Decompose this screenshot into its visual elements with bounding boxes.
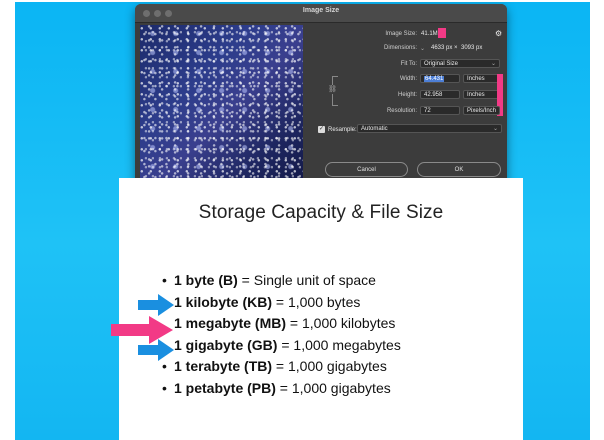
dimensions-label: Dimensions:: [383, 45, 417, 51]
bullet-definition: = 1,000 bytes: [272, 293, 361, 310]
bullet-icon: •: [162, 379, 167, 396]
highlight-marker: [438, 28, 446, 38]
resample-checkbox[interactable]: ✓: [318, 126, 325, 133]
dialog-title: Image Size: [302, 7, 340, 14]
image-preview[interactable]: [140, 25, 303, 180]
list-item: 1 gigabyte (GB) = 1,000 megabytes: [162, 335, 401, 357]
dimensions-height-value: 3093 px: [461, 45, 483, 51]
image-size-label: Image Size:: [385, 31, 417, 37]
settings-gear-icon[interactable]: ⚙: [495, 29, 502, 38]
background-frame: Image Size Image Size: 41.1M ⚙ Dimension…: [15, 2, 590, 440]
list-item: • 1 terabyte (TB) = 1,000 gigabytes: [162, 356, 401, 378]
dimensions-separator: ×: [454, 45, 458, 51]
bullet-definition: = Single unit of space: [237, 272, 376, 288]
height-unit-value: Inches: [467, 92, 485, 98]
height-unit-select[interactable]: Inches: [463, 90, 500, 99]
image-size-dialog: Image Size Image Size: 41.1M ⚙ Dimension…: [135, 4, 507, 186]
dialog-titlebar: Image Size: [135, 4, 507, 23]
blue-arrow-icon: [138, 339, 174, 361]
chevron-down-icon: ⌄: [490, 61, 496, 67]
bullet-definition: = 1,000 gigabytes: [272, 358, 387, 374]
bullet-term: 1 megabyte (MB): [174, 315, 287, 331]
chevron-down-icon: ⌄: [492, 126, 498, 132]
height-value: 42.958: [424, 92, 443, 98]
width-input[interactable]: 64.431: [420, 74, 460, 83]
cancel-button[interactable]: Cancel: [325, 162, 408, 177]
fit-to-label: Fit To:: [400, 61, 417, 67]
bullet-list: • 1 byte (B) = Single unit of space 1 kil…: [162, 270, 401, 399]
resolution-input[interactable]: 72: [420, 106, 460, 115]
resample-label: Resample:: [328, 127, 357, 133]
resample-select[interactable]: Automatic ⌄: [357, 124, 502, 133]
resolution-unit-select[interactable]: Pixels/Inch: [463, 106, 500, 115]
slide-panel: Storage Capacity & File Size • 1 byte (B)…: [119, 178, 523, 440]
bullet-term: 1 terabyte (TB): [174, 358, 273, 374]
width-unit-value: Inches: [467, 76, 485, 82]
ok-button[interactable]: OK: [417, 162, 501, 177]
bullet-term: 1 petabyte (PB): [174, 379, 276, 396]
slide-title: Storage Capacity & File Size: [198, 202, 444, 223]
list-item: 1 kilobyte (KB) = 1,000 bytes: [162, 292, 401, 314]
bullet-term: 1 gigabyte (GB): [174, 336, 278, 353]
resample-value: Automatic: [361, 126, 388, 132]
list-item: 1 megabyte (MB) = 1,000 kilobytes: [162, 313, 401, 335]
bullet-definition: = 1,000 gigabytes: [275, 379, 391, 396]
image-size-value: 41.1M: [421, 31, 438, 37]
fit-to-select[interactable]: Original Size ⌄: [420, 59, 500, 68]
dimensions-width-value: 4633 px: [431, 45, 453, 51]
bullet-term: 1 byte (B): [174, 272, 238, 288]
width-value: 64.431: [424, 76, 445, 82]
width-unit-select[interactable]: Inches: [463, 74, 500, 83]
resolution-value: 72: [424, 108, 431, 114]
bullet-definition: = 1,000 kilobytes: [286, 315, 396, 331]
blue-arrow-icon: [138, 294, 174, 316]
bullet-term: 1 kilobyte (KB): [174, 293, 273, 310]
resolution-unit-value: Pixels/Inch: [467, 108, 497, 114]
fit-to-value: Original Size: [424, 61, 459, 67]
bullet-icon: •: [162, 272, 167, 288]
resolution-label: Resolution:: [386, 108, 417, 114]
height-input[interactable]: 42.958: [420, 90, 460, 99]
link-chain-icon[interactable]: ⛓: [328, 85, 337, 94]
list-item: • 1 byte (B) = Single unit of space: [162, 270, 401, 292]
dimensions-unit-chevron-icon[interactable]: ⌄: [420, 45, 425, 52]
width-label: Width:: [399, 76, 417, 82]
list-item: • 1 petabyte (PB) = 1,000 gigabytes: [162, 378, 401, 400]
bullet-definition: = 1,000 megabytes: [277, 336, 401, 353]
height-label: Height:: [397, 92, 417, 98]
